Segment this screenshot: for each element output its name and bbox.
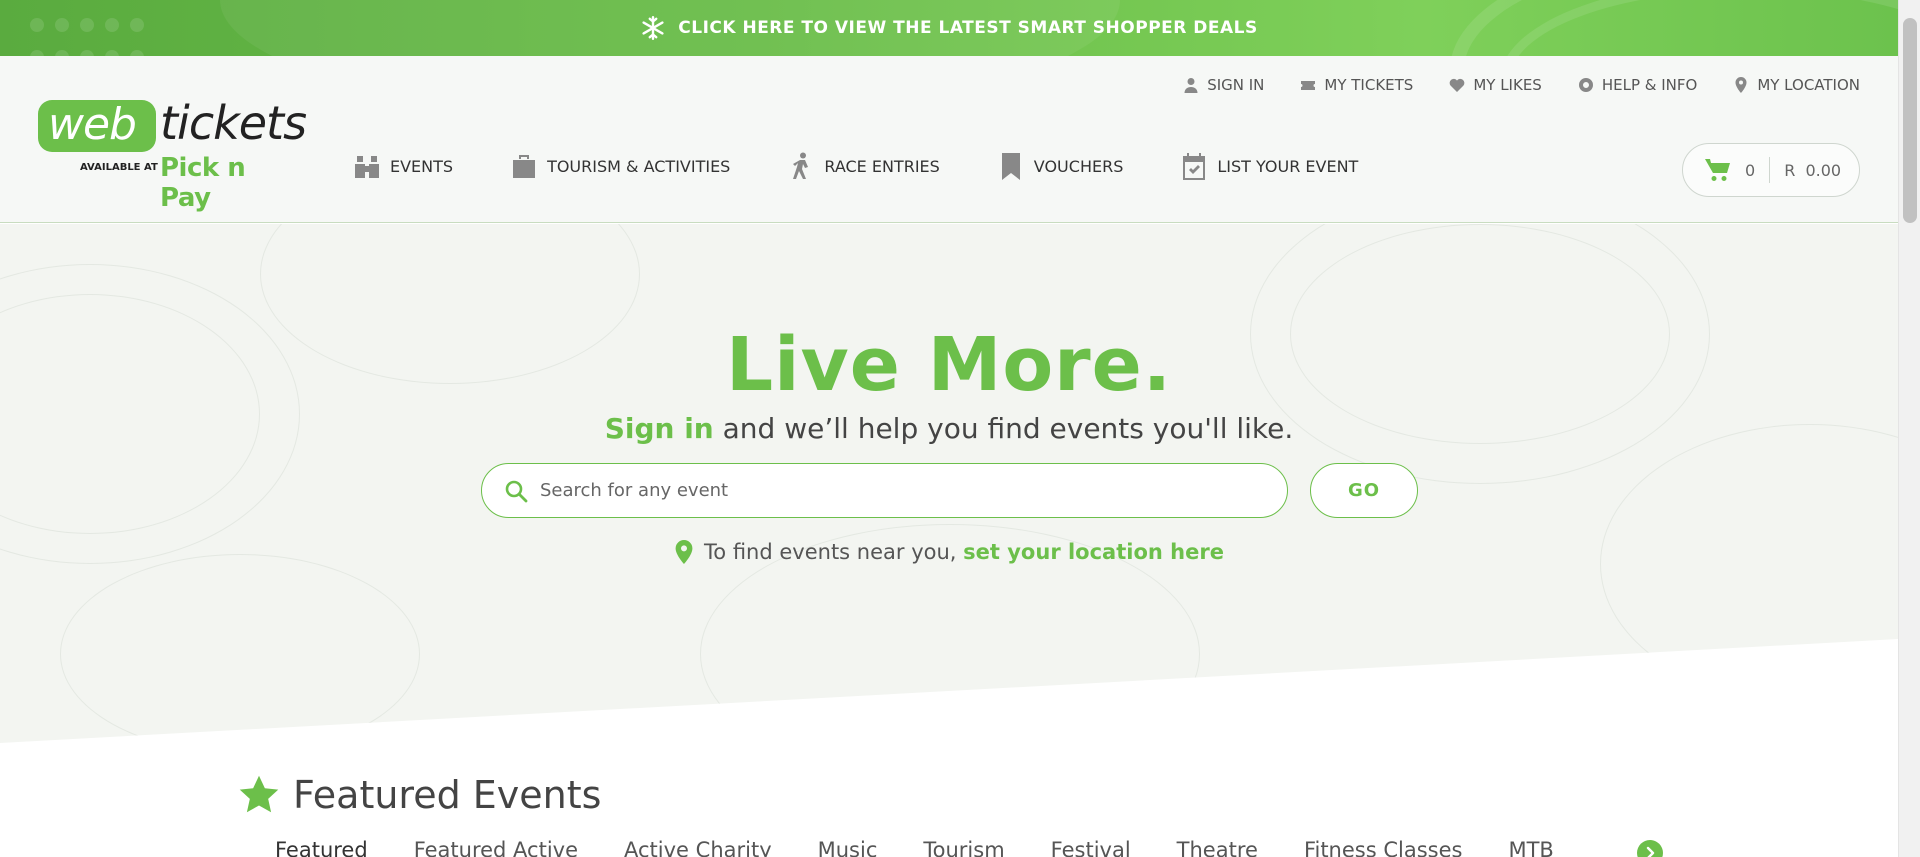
location-pin-icon xyxy=(675,540,693,564)
snowflake-icon xyxy=(642,15,664,41)
main-nav: EVENTS TOURISM & ACTIVITIES RACE ENTRIES… xyxy=(354,152,1358,180)
tab-featured[interactable]: Featured xyxy=(275,838,368,857)
cart-total: R 0.00 xyxy=(1784,160,1842,180)
util-label: MY LOCATION xyxy=(1757,76,1860,94)
search-icon xyxy=(505,480,528,502)
nav-label: LIST YOUR EVENT xyxy=(1217,156,1359,176)
cart-icon xyxy=(1705,159,1730,181)
contour-decoration xyxy=(60,554,420,743)
promo-banner[interactable]: CLICK HERE TO VIEW THE LATEST SMART SHOP… xyxy=(0,0,1898,56)
search-go-button[interactable]: GO xyxy=(1310,463,1418,518)
util-help-info[interactable]: HELP & INFO xyxy=(1578,76,1697,94)
util-label: MY TICKETS xyxy=(1324,76,1414,94)
nav-label: RACE ENTRIES xyxy=(824,156,940,176)
logo-available-at: AVAILABLE AT xyxy=(80,162,158,173)
set-location-link[interactable]: set your location here xyxy=(963,540,1224,564)
location-prompt-text: To find events near you, xyxy=(704,540,964,564)
tab-active-charity[interactable]: Active Charity xyxy=(624,838,772,857)
webtickets-logo[interactable]: web tickets AVAILABLE AT Pick n Pay xyxy=(38,96,307,213)
star-icon xyxy=(239,775,279,813)
hero-subtitle-text: and we’ll help you find events you'll li… xyxy=(713,412,1294,445)
featured-tabs: Featured Featured Active Active Charity … xyxy=(275,838,1554,857)
nav-events[interactable]: EVENTS xyxy=(354,152,453,180)
util-my-tickets[interactable]: MY TICKETS xyxy=(1300,76,1413,94)
logo-tickets-word: tickets xyxy=(160,96,307,150)
page-scrollbar[interactable] xyxy=(1898,0,1920,857)
user-icon xyxy=(1184,78,1198,93)
lifebuoy-icon xyxy=(1578,78,1593,92)
util-my-location[interactable]: MY LOCATION xyxy=(1733,76,1860,94)
tabs-next-button[interactable] xyxy=(1637,840,1663,857)
tab-mtb[interactable]: MTB xyxy=(1508,838,1553,857)
util-sign-in[interactable]: SIGN IN xyxy=(1183,76,1264,94)
util-my-likes[interactable]: MY LIKES xyxy=(1449,76,1542,94)
nav-vouchers[interactable]: VOUCHERS xyxy=(998,152,1124,180)
nav-race-entries[interactable]: RACE ENTRIES xyxy=(788,152,940,180)
logo-partner: Pick n Pay xyxy=(160,153,246,213)
contour-decoration xyxy=(1600,424,1898,704)
featured-title: Featured Events xyxy=(293,773,602,817)
tab-tourism[interactable]: Tourism xyxy=(923,838,1004,857)
calendar-check-icon xyxy=(1183,153,1206,180)
nav-label: EVENTS xyxy=(390,156,454,176)
chevron-right-icon xyxy=(1646,846,1655,857)
cart-count: 0 xyxy=(1745,160,1756,180)
nav-label: VOUCHERS xyxy=(1033,156,1124,176)
logo-web-mark: web xyxy=(38,100,156,152)
runner-icon xyxy=(793,152,809,179)
site-header: web tickets AVAILABLE AT Pick n Pay SIGN… xyxy=(0,56,1898,223)
featured-events-heading: Featured Events xyxy=(237,773,601,817)
util-label: MY LIKES xyxy=(1473,76,1542,94)
tab-music[interactable]: Music xyxy=(818,838,878,857)
bookmark-icon xyxy=(1001,153,1020,180)
cart-divider xyxy=(1769,157,1771,183)
event-search-box[interactable] xyxy=(481,463,1288,518)
ticket-icon xyxy=(1301,81,1316,90)
util-label: SIGN IN xyxy=(1207,76,1265,94)
binoculars-icon xyxy=(355,156,379,178)
tab-theatre[interactable]: Theatre xyxy=(1177,838,1258,857)
hero-title: Live More. xyxy=(726,322,1172,408)
scrollbar-thumb[interactable] xyxy=(1903,18,1917,223)
location-prompt: To find events near you, set your locati… xyxy=(0,540,1898,564)
nav-label: TOURISM & ACTIVITIES xyxy=(547,156,731,176)
search-input[interactable] xyxy=(540,480,1240,501)
nav-tourism-activities[interactable]: TOURISM & ACTIVITIES xyxy=(511,152,730,180)
location-pin-icon xyxy=(1735,77,1747,93)
utility-nav: SIGN IN MY TICKETS MY LIKES HELP & INFO … xyxy=(1183,76,1860,94)
promo-text: CLICK HERE TO VIEW THE LATEST SMART SHOP… xyxy=(678,18,1258,38)
tab-festival[interactable]: Festival xyxy=(1051,838,1131,857)
suitcase-icon xyxy=(513,155,536,178)
util-label: HELP & INFO xyxy=(1601,76,1698,94)
promo-dots-decoration xyxy=(30,18,155,56)
hero-sign-in-link[interactable]: Sign in xyxy=(605,412,714,445)
hero-subtitle: Sign in and we’ll help you find events y… xyxy=(0,412,1898,445)
promo-link[interactable]: CLICK HERE TO VIEW THE LATEST SMART SHOP… xyxy=(640,15,1257,41)
cart-button[interactable]: 0 R 0.00 xyxy=(1682,143,1860,197)
tab-featured-active[interactable]: Featured Active xyxy=(414,838,578,857)
tab-fitness-classes[interactable]: Fitness Classes xyxy=(1304,838,1463,857)
heart-icon xyxy=(1449,78,1465,92)
nav-list-your-event[interactable]: LIST YOUR EVENT xyxy=(1181,152,1358,180)
